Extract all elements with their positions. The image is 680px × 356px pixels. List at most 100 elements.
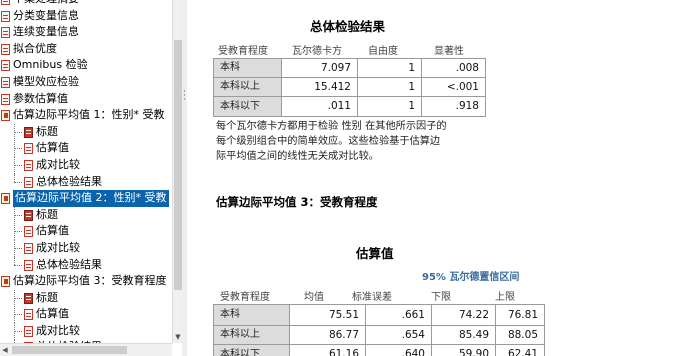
table-cell: 62.41 xyxy=(496,345,544,356)
table-icon xyxy=(1,10,10,22)
table-cell: 15.412 xyxy=(282,78,357,96)
navigator-item[interactable]: 连续变量信息 xyxy=(0,24,172,41)
navigator-item[interactable]: 成对比较 xyxy=(0,239,172,257)
navigator-item[interactable]: 估算边际平均值 3：受教育程度 xyxy=(0,273,172,290)
overall-test-title: 总体检验结果 xyxy=(310,19,386,34)
table-footnote: 每个级别组合中的简单效应。这些检验基于估算边 xyxy=(216,136,441,147)
navigator-item[interactable]: 总体检验结果 xyxy=(0,256,172,274)
tree-connector xyxy=(14,131,22,133)
tree-connector xyxy=(14,314,22,316)
estimates-header: 下限 xyxy=(431,292,451,303)
tree-connector xyxy=(14,123,15,141)
navigator-tree: 个案处理摘要分类变量信息连续变量信息拟合优度 Omnibus 检验模型效应检验参数… xyxy=(0,0,172,356)
table-cell: 85.49 xyxy=(432,326,495,344)
navigator-item-label: 估算值 xyxy=(36,307,69,321)
section-title: 估算边际平均值 3：受教育程度 xyxy=(216,195,378,209)
table-cell: 75.51 xyxy=(290,305,365,325)
table-row-label: 本科以上 xyxy=(214,326,289,344)
horizontal-scroll-thumb[interactable] xyxy=(12,346,127,354)
tree-connector xyxy=(14,264,22,266)
tree-connector xyxy=(14,247,22,249)
navigator-item[interactable]: 参数估算值 xyxy=(0,91,172,108)
table-icon xyxy=(1,60,10,72)
tree-connector xyxy=(14,256,15,265)
ci-header: 95% 瓦尔德置信区间 xyxy=(422,272,520,283)
book-icon xyxy=(1,110,10,122)
overall-test-header: 自由度 xyxy=(368,46,398,57)
navigator-item[interactable]: 模型效应检验 xyxy=(0,74,172,91)
navigator-item-label: 标题 xyxy=(36,207,58,221)
overall-test-header: 显著性 xyxy=(434,46,464,57)
overall-test-header: 瓦尔德卡方 xyxy=(292,46,342,57)
table-cell: 1 xyxy=(358,97,421,116)
table-cell: .918 xyxy=(422,97,485,116)
estimates-header: 标准误差 xyxy=(352,292,392,303)
doc-icon xyxy=(24,209,33,221)
navigator-item[interactable]: 标题 xyxy=(0,289,172,307)
table-icon xyxy=(24,176,33,188)
navigator-item-label: 总体检验结果 xyxy=(36,257,102,271)
navigator-item-label: 估算值 xyxy=(36,224,69,238)
tree-connector xyxy=(14,140,15,157)
table-icon xyxy=(1,93,10,105)
horizontal-scrollbar[interactable]: ◀ xyxy=(0,343,172,356)
navigator-item-label: 拟合优度 xyxy=(13,41,57,55)
navigator-item[interactable]: 总体检验结果 xyxy=(0,173,172,191)
navigator-item[interactable]: 标题 xyxy=(0,123,172,141)
table-cell: 1 xyxy=(358,78,421,96)
navigator-item-label: 成对比较 xyxy=(36,157,80,171)
table-cell: .011 xyxy=(282,97,357,116)
table-cell: 1 xyxy=(358,59,421,77)
pane-splitter[interactable] xyxy=(182,0,187,356)
table-row-label: 本科 xyxy=(214,59,281,77)
tree-connector xyxy=(14,231,22,233)
output-navigator[interactable]: 个案处理摘要分类变量信息连续变量信息拟合优度 Omnibus 检验模型效应检验参数… xyxy=(0,0,183,356)
tree-connector xyxy=(14,214,22,216)
tree-connector xyxy=(14,148,22,150)
navigator-item[interactable]: Omnibus 检验 xyxy=(0,57,172,74)
tree-connector xyxy=(14,306,15,323)
overall-test-table: 本科 7.097 1 .008 本科以上 15.412 1 <.001 本科以下… xyxy=(213,58,486,117)
table-icon xyxy=(1,27,10,39)
navigator-item[interactable]: 标题 xyxy=(0,206,172,224)
estimates-table: 本科 75.51 .661 74.22 76.81 本科以上 86.77 .65… xyxy=(213,304,545,356)
table-icon xyxy=(24,325,33,337)
doc-icon xyxy=(24,126,33,138)
tree-connector xyxy=(14,239,15,257)
navigator-item[interactable]: 估算值 xyxy=(0,140,172,157)
tree-connector xyxy=(14,206,15,224)
table-cell: 76.81 xyxy=(496,305,544,325)
splitter-grip-icon[interactable]: · · · xyxy=(183,88,186,105)
table-row-label: 本科以下 xyxy=(214,97,281,116)
navigator-item[interactable]: 个案处理摘要 xyxy=(0,0,172,8)
table-icon xyxy=(24,309,33,321)
output-viewer: 总体检验结果 受教育程度 瓦尔德卡方 自由度 显著性 本科 7.097 1 .0… xyxy=(190,0,680,356)
navigator-item[interactable]: 估算值 xyxy=(0,223,172,240)
doc-icon xyxy=(24,292,33,304)
table-icon xyxy=(1,76,10,88)
navigator-item[interactable]: 分类变量信息 xyxy=(0,8,172,25)
table-cell: .008 xyxy=(422,59,485,77)
navigator-item[interactable]: 成对比较 xyxy=(0,156,172,174)
table-row-label: 本科 xyxy=(214,305,289,325)
navigator-item-label: 总体检验结果 xyxy=(36,174,102,188)
navigator-item[interactable]: 估算值 xyxy=(0,306,172,323)
navigator-item-label: 成对比较 xyxy=(36,323,80,337)
navigator-item[interactable]: 成对比较 xyxy=(0,322,172,340)
scroll-left-icon[interactable]: ◀ xyxy=(0,344,10,356)
navigator-item[interactable]: 估算边际平均值 2：性别* 受教 xyxy=(0,190,172,207)
table-footnote: 每个瓦尔德卡方都用于检验 性别 在其他所示因子的 xyxy=(216,121,447,132)
navigator-item[interactable]: 估算边际平均值 1：性别* 受教 xyxy=(0,107,172,124)
tree-connector xyxy=(14,181,22,183)
book-icon xyxy=(1,276,10,288)
tree-connector xyxy=(14,164,22,166)
table-cell: 86.77 xyxy=(290,326,365,344)
tree-connector xyxy=(14,330,22,332)
tree-connector xyxy=(14,322,15,340)
table-cell: <.001 xyxy=(422,78,485,96)
navigator-item[interactable]: 拟合优度 xyxy=(0,41,172,58)
table-row-label: 本科以上 xyxy=(214,78,281,96)
vertical-scroll-thumb[interactable] xyxy=(174,40,182,290)
book-icon xyxy=(1,193,10,205)
tree-connector xyxy=(14,297,22,299)
